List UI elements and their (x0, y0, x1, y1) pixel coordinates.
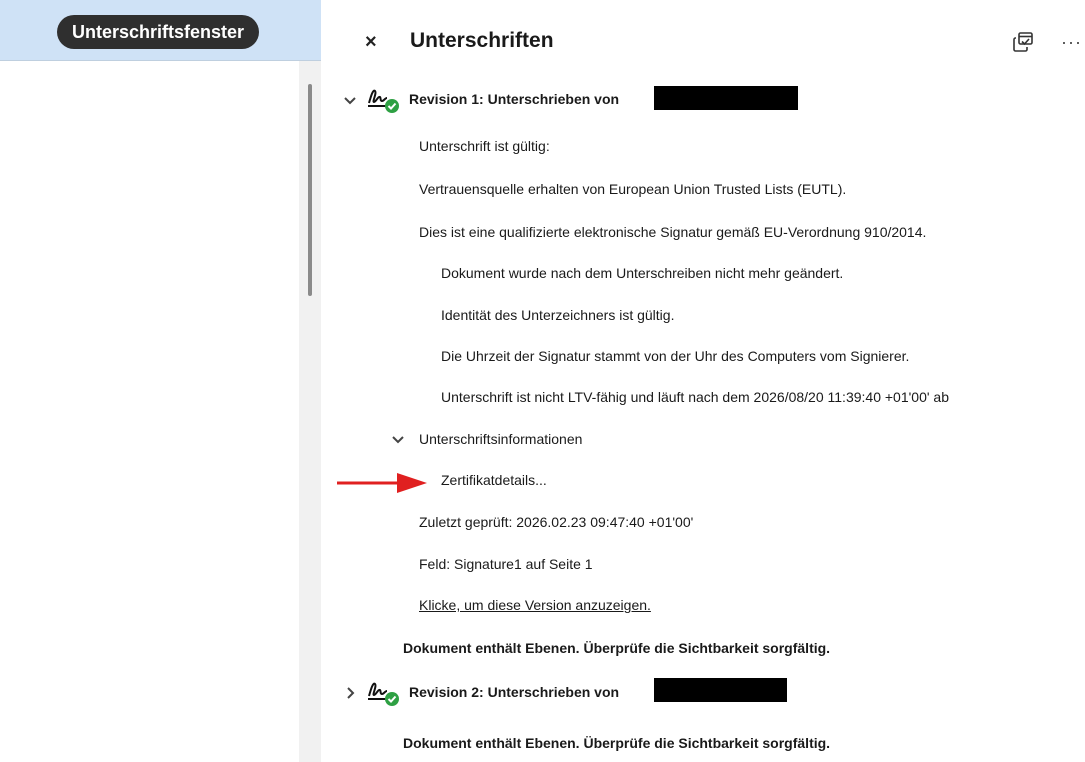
document-unchanged-note: Dokument wurde nach dem Unterschreiben n… (441, 265, 844, 281)
revision-2-title[interactable]: Revision 2: Unterschrieben von (409, 684, 619, 700)
more-options-icon[interactable]: ··· (1061, 32, 1082, 53)
signature-status: Unterschrift ist gültig: (419, 138, 550, 154)
panel-title: Unterschriften (410, 29, 554, 52)
redacted-signer-name (654, 86, 798, 110)
view-version-link[interactable]: Klicke, um diese Version anzuzeigen. (419, 597, 651, 613)
qualified-signature-note: Dies ist eine qualifizierte elektronisch… (419, 224, 927, 240)
signature-field: Feld: Signature1 auf Seite 1 (419, 556, 593, 572)
signature-panel-tooltip: Unterschriftsfenster (57, 15, 260, 49)
ltv-expiry-note: Unterschrift ist nicht LTV-fähig und läu… (441, 389, 949, 405)
revision-2-expand-chevron-icon[interactable] (346, 686, 356, 700)
revision-1-signature-valid-icon (368, 89, 399, 113)
trust-source: Vertrauensquelle erhalten von European U… (419, 181, 847, 197)
last-checked: Zuletzt geprüft: 2026.02.23 09:47:40 +01… (419, 514, 694, 530)
revision-1-collapse-chevron-icon[interactable] (343, 96, 357, 106)
certificate-details-link[interactable]: Zertifikatdetails... (441, 472, 547, 488)
revision-2-layers-warning: Dokument enthält Ebenen. Überprüfe die S… (403, 735, 831, 751)
left-panel: Unterschriftsfenster (0, 0, 321, 762)
revision-1-title[interactable]: Revision 1: Unterschrieben von (409, 91, 619, 107)
redacted-signer-name (654, 678, 787, 702)
signature-info-toggle[interactable]: Unterschriftsinformationen (419, 431, 582, 447)
revision-2-signature-valid-icon (368, 682, 399, 706)
signature-info-collapse-chevron-icon[interactable] (391, 435, 405, 445)
red-arrow-annotation-icon (337, 473, 427, 493)
left-panel-scrollbar-thumb[interactable] (308, 84, 312, 296)
close-button[interactable]: × (365, 30, 377, 54)
signature-time-note: Die Uhrzeit der Signatur stammt von der … (441, 348, 910, 364)
signer-identity-note: Identität des Unterzeichners ist gültig. (441, 307, 675, 323)
open-in-new-window-icon[interactable] (1011, 30, 1035, 54)
signatures-panel: × Unterschriften ··· Revision 1: Untersc… (321, 0, 1085, 762)
revision-1-layers-warning: Dokument enthält Ebenen. Überprüfe die S… (403, 640, 831, 656)
